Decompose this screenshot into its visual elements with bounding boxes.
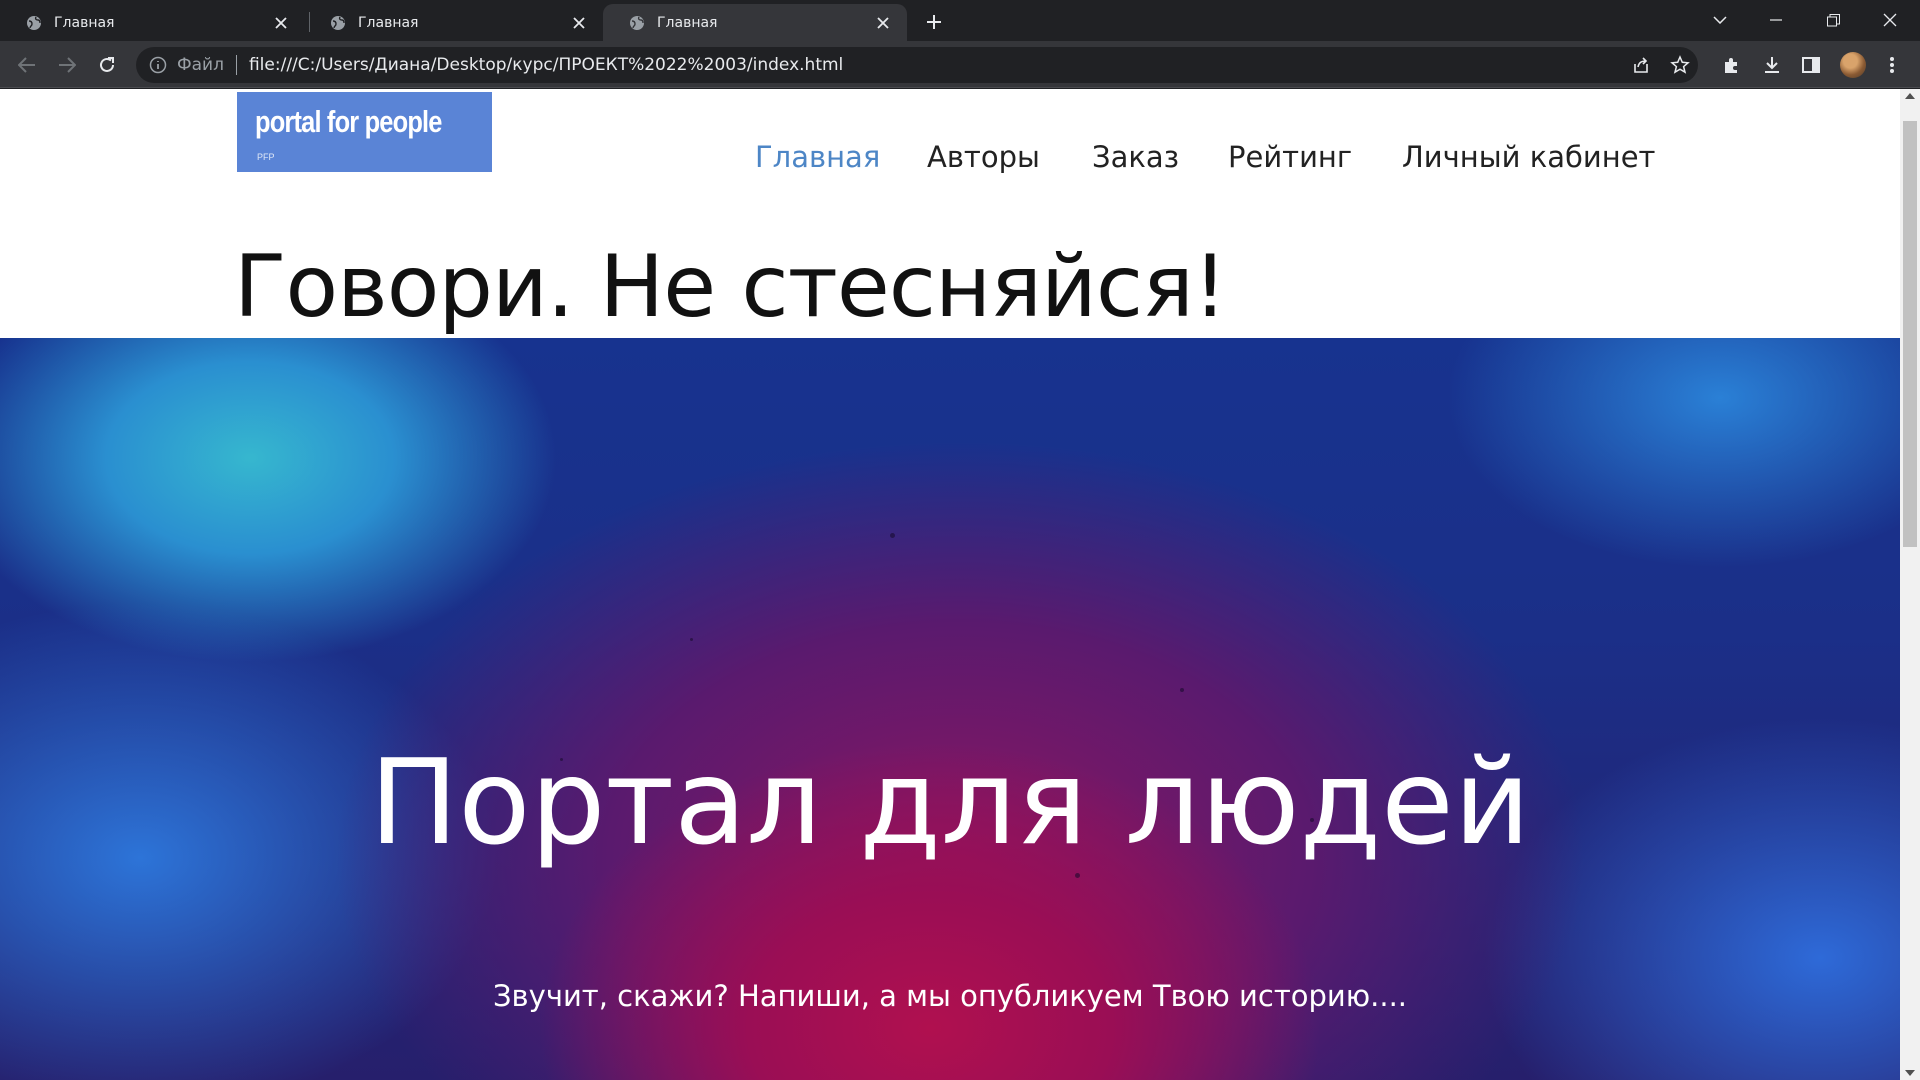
info-icon[interactable] — [149, 56, 167, 74]
back-icon — [18, 57, 35, 73]
globe-icon — [331, 15, 345, 30]
nav-item-rating[interactable]: Рейтинг — [1228, 140, 1352, 174]
site-logo[interactable]: portal for people PFP — [237, 92, 492, 172]
nav-item-home[interactable]: Главная — [755, 140, 880, 174]
plus-icon — [927, 15, 941, 29]
new-tab-button[interactable] — [918, 8, 950, 36]
tab-1[interactable]: Главная — [0, 4, 305, 41]
nav-item-account[interactable]: Личный кабинет — [1402, 140, 1655, 174]
restore-icon — [1826, 13, 1840, 26]
close-icon — [1883, 13, 1897, 27]
close-icon[interactable] — [873, 13, 893, 33]
speck — [890, 533, 895, 538]
close-icon[interactable] — [569, 13, 589, 33]
extensions-button[interactable] — [1720, 53, 1744, 77]
downloads-button[interactable] — [1760, 53, 1784, 77]
star-icon[interactable] — [1670, 55, 1690, 75]
logo-text: portal for people — [255, 104, 442, 139]
hero-subtitle: Звучит, скажи? Напиши, а мы опубликуем Т… — [492, 979, 1408, 1013]
tab-search-button[interactable] — [1692, 0, 1748, 40]
side-panel-button[interactable] — [1799, 53, 1823, 77]
forward-button[interactable] — [51, 49, 83, 81]
tab-2[interactable]: Главная — [304, 4, 603, 41]
hero-banner: Портал для людей Звучит, скажи? Напиши, … — [0, 338, 1900, 1080]
url-text[interactable]: file:///C:/Users/Диана/Desktop/курс/ПРОЕ… — [249, 55, 843, 75]
share-icon[interactable] — [1631, 55, 1651, 75]
speck — [1075, 873, 1080, 878]
browser-toolbar: Файл file:///C:/Users/Диана/Desktop/курс… — [0, 41, 1920, 88]
more-menu-button[interactable] — [1880, 53, 1904, 77]
close-window-button[interactable] — [1862, 0, 1918, 40]
tab-strip: Главная Главная Главная — [0, 0, 1920, 41]
nav-item-authors[interactable]: Авторы — [927, 140, 1040, 174]
reload-icon — [100, 57, 114, 72]
scroll-up-arrow[interactable] — [1905, 93, 1915, 99]
hero-title: Портал для людей — [369, 733, 1531, 871]
restore-button[interactable] — [1805, 0, 1861, 40]
side-panel-icon — [1802, 57, 1820, 73]
chevron-down-icon — [1713, 16, 1727, 24]
back-button[interactable] — [11, 49, 43, 81]
more-icon — [1890, 57, 1894, 73]
globe-icon — [630, 15, 644, 30]
tab-title: Главная — [54, 14, 115, 31]
minimize-icon — [1770, 19, 1782, 21]
page-viewport: portal for people PFP Главная Авторы Зак… — [0, 89, 1900, 1080]
reload-button[interactable] — [91, 49, 123, 81]
speck — [1180, 688, 1184, 692]
page-scrollbar[interactable] — [1900, 89, 1920, 1080]
extensions-icon — [1725, 58, 1737, 73]
profile-avatar[interactable] — [1840, 52, 1866, 78]
tab-title: Главная — [657, 14, 718, 31]
forward-icon — [59, 57, 76, 73]
tab-title: Главная — [358, 14, 419, 31]
tab-3-active[interactable]: Главная — [603, 4, 907, 41]
scroll-down-arrow[interactable] — [1905, 1070, 1915, 1076]
close-icon[interactable] — [271, 13, 291, 33]
divider — [235, 55, 237, 75]
scheme-label: Файл — [177, 55, 224, 75]
address-bar[interactable]: Файл file:///C:/Users/Диана/Desktop/курс… — [136, 47, 1698, 83]
speck — [690, 638, 693, 641]
download-icon — [1765, 57, 1779, 73]
logo-subtext: PFP — [257, 152, 275, 162]
globe-icon — [27, 15, 41, 30]
page-tagline: Говори. Не стесняйся! — [234, 237, 1227, 337]
minimize-button[interactable] — [1748, 0, 1804, 40]
scroll-thumb[interactable] — [1903, 121, 1917, 547]
nav-item-order[interactable]: Заказ — [1092, 140, 1179, 174]
